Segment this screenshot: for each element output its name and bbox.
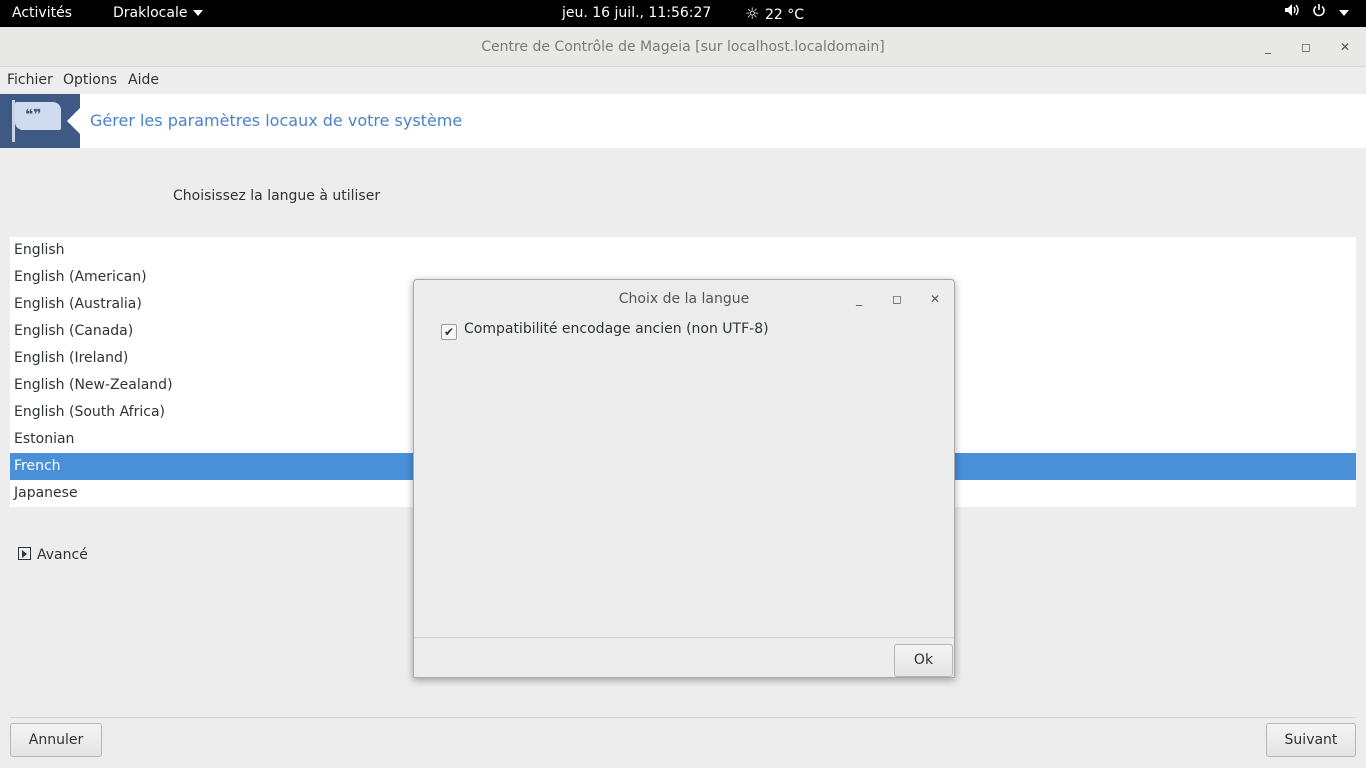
chevron-down-icon xyxy=(1338,10,1349,16)
app-menu-label: Draklocale xyxy=(113,5,188,21)
volume-icon xyxy=(1284,0,1300,27)
close-button[interactable]: ✕ xyxy=(1335,37,1355,57)
choose-language-label: Choisissez la langue à utiliser xyxy=(173,188,381,204)
flag-icon: ❝❞ xyxy=(0,94,80,148)
language-dialog: Choix de la langue _ ◻ ✕ ✔ Compatibilité … xyxy=(413,279,955,678)
minimize-button[interactable]: _ xyxy=(1258,37,1278,57)
dialog-titlebar[interactable]: Choix de la langue _ ◻ ✕ xyxy=(414,280,954,318)
language-row[interactable]: English xyxy=(10,237,1356,264)
dialog-separator xyxy=(414,637,954,638)
next-button[interactable]: Suivant xyxy=(1266,723,1356,757)
banner-title: Gérer les paramètres locaux de votre sys… xyxy=(90,111,463,130)
weather-indicator[interactable]: ☼ 22 °C xyxy=(745,0,804,27)
window-title: Centre de Contrôle de Mageia [sur localh… xyxy=(481,39,885,55)
cancel-button[interactable]: Annuler xyxy=(10,723,102,757)
weather-temperature: 22 °C xyxy=(765,7,805,23)
expander-arrow-icon xyxy=(18,547,31,560)
maximize-button[interactable]: ◻ xyxy=(1296,37,1316,57)
power-icon xyxy=(1312,0,1326,27)
dialog-minimize-button[interactable]: _ xyxy=(849,289,869,309)
sun-icon: ☼ xyxy=(745,4,760,23)
top-bar: Activités Draklocale jeu. 16 juil., 11:5… xyxy=(0,0,1366,27)
menu-aide[interactable]: Aide xyxy=(128,67,159,94)
activities-button[interactable]: Activités xyxy=(12,0,72,27)
app-menu[interactable]: Draklocale xyxy=(113,0,204,27)
system-menu[interactable] xyxy=(1284,0,1349,27)
legacy-encoding-checkbox[interactable]: ✔ Compatibilité encodage ancien (non UTF-… xyxy=(441,321,769,340)
banner: ❝❞ Gérer les paramètres locaux de votre … xyxy=(0,94,1366,148)
menubar: Fichier Options Aide xyxy=(0,67,1366,94)
ok-button[interactable]: Ok xyxy=(894,644,953,677)
menu-options[interactable]: Options xyxy=(63,67,117,94)
separator xyxy=(10,717,1356,718)
clock[interactable]: jeu. 16 juil., 11:56:27 xyxy=(562,0,711,27)
legacy-encoding-label: Compatibilité encodage ancien (non UTF-8… xyxy=(464,321,769,337)
checkbox-check-icon[interactable]: ✔ xyxy=(441,324,457,340)
dialog-close-button[interactable]: ✕ xyxy=(925,289,945,309)
dialog-title: Choix de la langue xyxy=(618,291,750,307)
window-titlebar[interactable]: Centre de Contrôle de Mageia [sur localh… xyxy=(0,27,1366,67)
chevron-down-icon xyxy=(193,10,204,16)
menu-fichier[interactable]: Fichier xyxy=(7,67,53,94)
advanced-label: Avancé xyxy=(37,547,88,563)
dialog-maximize-button[interactable]: ◻ xyxy=(887,289,907,309)
advanced-expander[interactable]: Avancé xyxy=(18,547,88,563)
